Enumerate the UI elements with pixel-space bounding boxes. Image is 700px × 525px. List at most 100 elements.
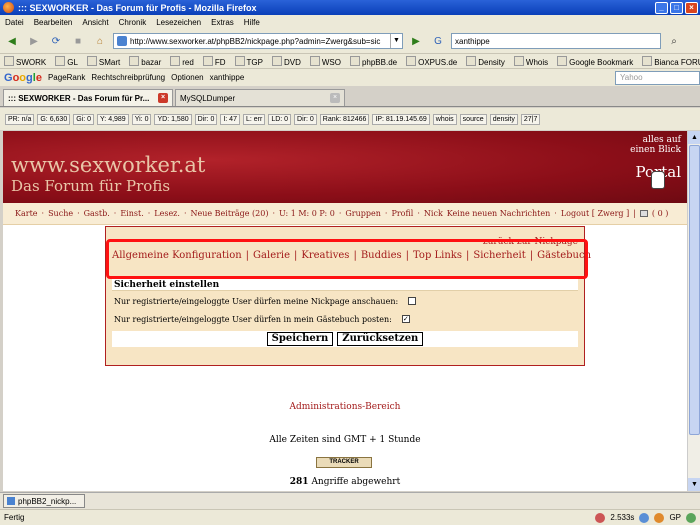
tab-buddies[interactable]: Buddies bbox=[361, 250, 402, 266]
stop-icon[interactable]: ■ bbox=[69, 32, 87, 50]
reload-icon[interactable]: ⟳ bbox=[47, 32, 65, 50]
tab-kreatives[interactable]: Kreatives bbox=[301, 250, 349, 266]
nav-online-count[interactable]: U: 1 M: 0 P: 0 bbox=[279, 209, 335, 218]
menu-hilfe[interactable]: Hilfe bbox=[244, 18, 260, 27]
seo-ld[interactable]: LD: 0 bbox=[268, 113, 292, 125]
gp-label[interactable]: GP bbox=[669, 513, 681, 522]
menu-datei[interactable]: Datei bbox=[5, 18, 24, 27]
seo-ip[interactable]: IP: 81.19.145.69 bbox=[372, 113, 430, 125]
portal-link[interactable]: alles auf einen Blick Portal bbox=[607, 135, 681, 197]
bookmark-item[interactable]: Google Bookmark bbox=[557, 56, 633, 67]
vertical-scrollbar[interactable]: ▲ ▼ bbox=[687, 131, 700, 491]
menu-bearbeiten[interactable]: Bearbeiten bbox=[34, 18, 73, 27]
seo-dir[interactable]: Dir: 0 bbox=[194, 113, 218, 125]
google-logo[interactable]: Google bbox=[4, 72, 42, 84]
firefox-status-icon[interactable] bbox=[654, 512, 665, 523]
minimize-button[interactable]: _ bbox=[655, 1, 668, 14]
seo-yahoo-index[interactable]: Y: 4,989 bbox=[97, 113, 129, 125]
status-icon[interactable] bbox=[686, 512, 696, 523]
bookmark-item[interactable]: bazar bbox=[129, 56, 161, 67]
addon-icon[interactable] bbox=[639, 512, 650, 523]
search-engine-icon[interactable]: G bbox=[429, 32, 447, 50]
nav-suche[interactable]: Suche bbox=[48, 209, 73, 218]
menu-extras[interactable]: Extras bbox=[211, 18, 234, 27]
save-button[interactable]: Speichern bbox=[266, 332, 334, 346]
nav-profil[interactable]: Profil bbox=[391, 209, 413, 218]
bookmark-item[interactable]: GL bbox=[55, 56, 78, 67]
bookmark-item[interactable]: DVD bbox=[272, 56, 301, 67]
seo-google-index[interactable]: G: 6,630 bbox=[37, 113, 71, 125]
seo-yahoo-images[interactable]: Yi: 0 bbox=[131, 113, 152, 125]
seo-pagerank[interactable]: PR: n/a bbox=[5, 113, 35, 125]
scroll-up-icon[interactable]: ▲ bbox=[688, 131, 700, 144]
seo-yahoo-links[interactable]: YD: 1,580 bbox=[154, 113, 192, 125]
menu-lesezeichen[interactable]: Lesezeichen bbox=[156, 18, 201, 27]
nav-logout[interactable]: Logout [ Zwerg ] bbox=[561, 209, 629, 218]
bookmark-item[interactable]: FD bbox=[203, 56, 226, 67]
seo-whois[interactable]: whois bbox=[432, 113, 457, 125]
nav-gastb[interactable]: Gastb. bbox=[84, 209, 110, 218]
seo-google-images[interactable]: Gi: 0 bbox=[73, 113, 95, 125]
bookmark-item[interactable]: SWORK bbox=[4, 56, 46, 67]
options-button[interactable]: Optionen bbox=[171, 73, 203, 82]
bookmark-item[interactable]: OXPUS.de bbox=[406, 56, 457, 67]
reset-button[interactable]: Zurücksetzen bbox=[337, 332, 424, 346]
seo-density[interactable]: density bbox=[489, 113, 518, 125]
close-icon[interactable]: × bbox=[158, 93, 168, 103]
spellcheck-button[interactable]: Rechtschreibprüfung bbox=[91, 73, 165, 82]
seo-rank[interactable]: Rank: 812466 bbox=[319, 113, 370, 125]
close-icon[interactable]: × bbox=[330, 93, 340, 103]
bookmark-item[interactable]: Density bbox=[466, 56, 505, 67]
search-icon[interactable]: ⌕ bbox=[665, 32, 683, 50]
bookmark-item[interactable]: TGP bbox=[235, 56, 263, 67]
tracker-badge[interactable]: TRACKER bbox=[316, 457, 372, 468]
seo-i[interactable]: I: 47 bbox=[220, 113, 240, 125]
nav-pm-count[interactable]: ( 0 ) bbox=[652, 209, 668, 218]
tab-allgemeine-konfiguration[interactable]: Allgemeine Konfiguration bbox=[112, 250, 242, 266]
forward-icon[interactable]: ▶ bbox=[25, 32, 43, 50]
guestbook-registered-only-checkbox[interactable]: ✓ bbox=[401, 315, 410, 323]
back-icon[interactable]: ◀ bbox=[3, 32, 21, 50]
bookmark-item[interactable]: Whois bbox=[514, 56, 548, 67]
go-icon[interactable]: ▶ bbox=[407, 32, 425, 50]
search-input[interactable]: xanthippe bbox=[451, 33, 661, 49]
maximize-button[interactable]: □ bbox=[670, 1, 683, 14]
scroll-down-icon[interactable]: ▼ bbox=[688, 478, 700, 491]
back-to-nickpage-link[interactable]: zurück zur Nickpage bbox=[483, 237, 578, 247]
taskbar-item[interactable]: phpBB2_nickp... bbox=[3, 494, 85, 508]
nickpage-registered-only-checkbox[interactable] bbox=[408, 297, 417, 305]
bookmark-item[interactable]: phpBB.de bbox=[350, 56, 397, 67]
seo-source[interactable]: source bbox=[459, 113, 487, 125]
pagerank-label[interactable]: PageRank bbox=[48, 73, 85, 82]
nav-karte[interactable]: Karte bbox=[15, 209, 38, 218]
tab-gaestebuch[interactable]: Gästebuch bbox=[537, 250, 591, 266]
nav-einst[interactable]: Einst. bbox=[120, 209, 143, 218]
nav-gruppen[interactable]: Gruppen bbox=[345, 209, 381, 218]
home-icon[interactable]: ⌂ bbox=[91, 32, 109, 50]
admin-area-link[interactable]: Administrations-Bereich bbox=[3, 402, 687, 412]
menu-ansicht[interactable]: Ansicht bbox=[82, 18, 108, 27]
seo-count[interactable]: 27|7 bbox=[520, 113, 541, 125]
seo-dir-2[interactable]: Dir: 0 bbox=[294, 113, 317, 125]
nav-lesez[interactable]: Lesez. bbox=[154, 209, 180, 218]
nav-new-posts[interactable]: Neue Beiträge (20) bbox=[191, 209, 269, 218]
close-button[interactable]: × bbox=[685, 1, 698, 14]
mail-icon[interactable] bbox=[639, 210, 648, 217]
tab-sicherheit[interactable]: Sicherheit bbox=[473, 250, 525, 266]
tab-top-links[interactable]: Top Links bbox=[413, 250, 462, 266]
bookmark-item[interactable]: SMart bbox=[87, 56, 120, 67]
site-name[interactable]: www.sexworker.at bbox=[11, 153, 205, 177]
seo-l[interactable]: L: err bbox=[242, 113, 266, 125]
nav-nick[interactable]: Nick bbox=[424, 209, 443, 218]
yahoo-search-input[interactable]: Yahoo bbox=[615, 70, 700, 85]
bookmark-item[interactable]: Bianca FORUM ... bbox=[642, 56, 700, 67]
nav-messages[interactable]: Keine neuen Nachrichten bbox=[447, 209, 550, 218]
menu-chronik[interactable]: Chronik bbox=[119, 18, 147, 27]
chevron-down-icon[interactable]: ▼ bbox=[390, 34, 402, 48]
tab-galerie[interactable]: Galerie bbox=[253, 250, 290, 266]
url-bar[interactable]: http://www.sexworker.at/phpBB2/nickpage.… bbox=[113, 33, 403, 49]
tab-sexworker[interactable]: ::: SEXWORKER - Das Forum für Pr... × bbox=[3, 89, 173, 106]
google-query[interactable]: xanthippe bbox=[210, 73, 245, 82]
scroll-thumb[interactable] bbox=[689, 145, 700, 435]
bookmark-item[interactable]: WSO bbox=[310, 56, 341, 67]
